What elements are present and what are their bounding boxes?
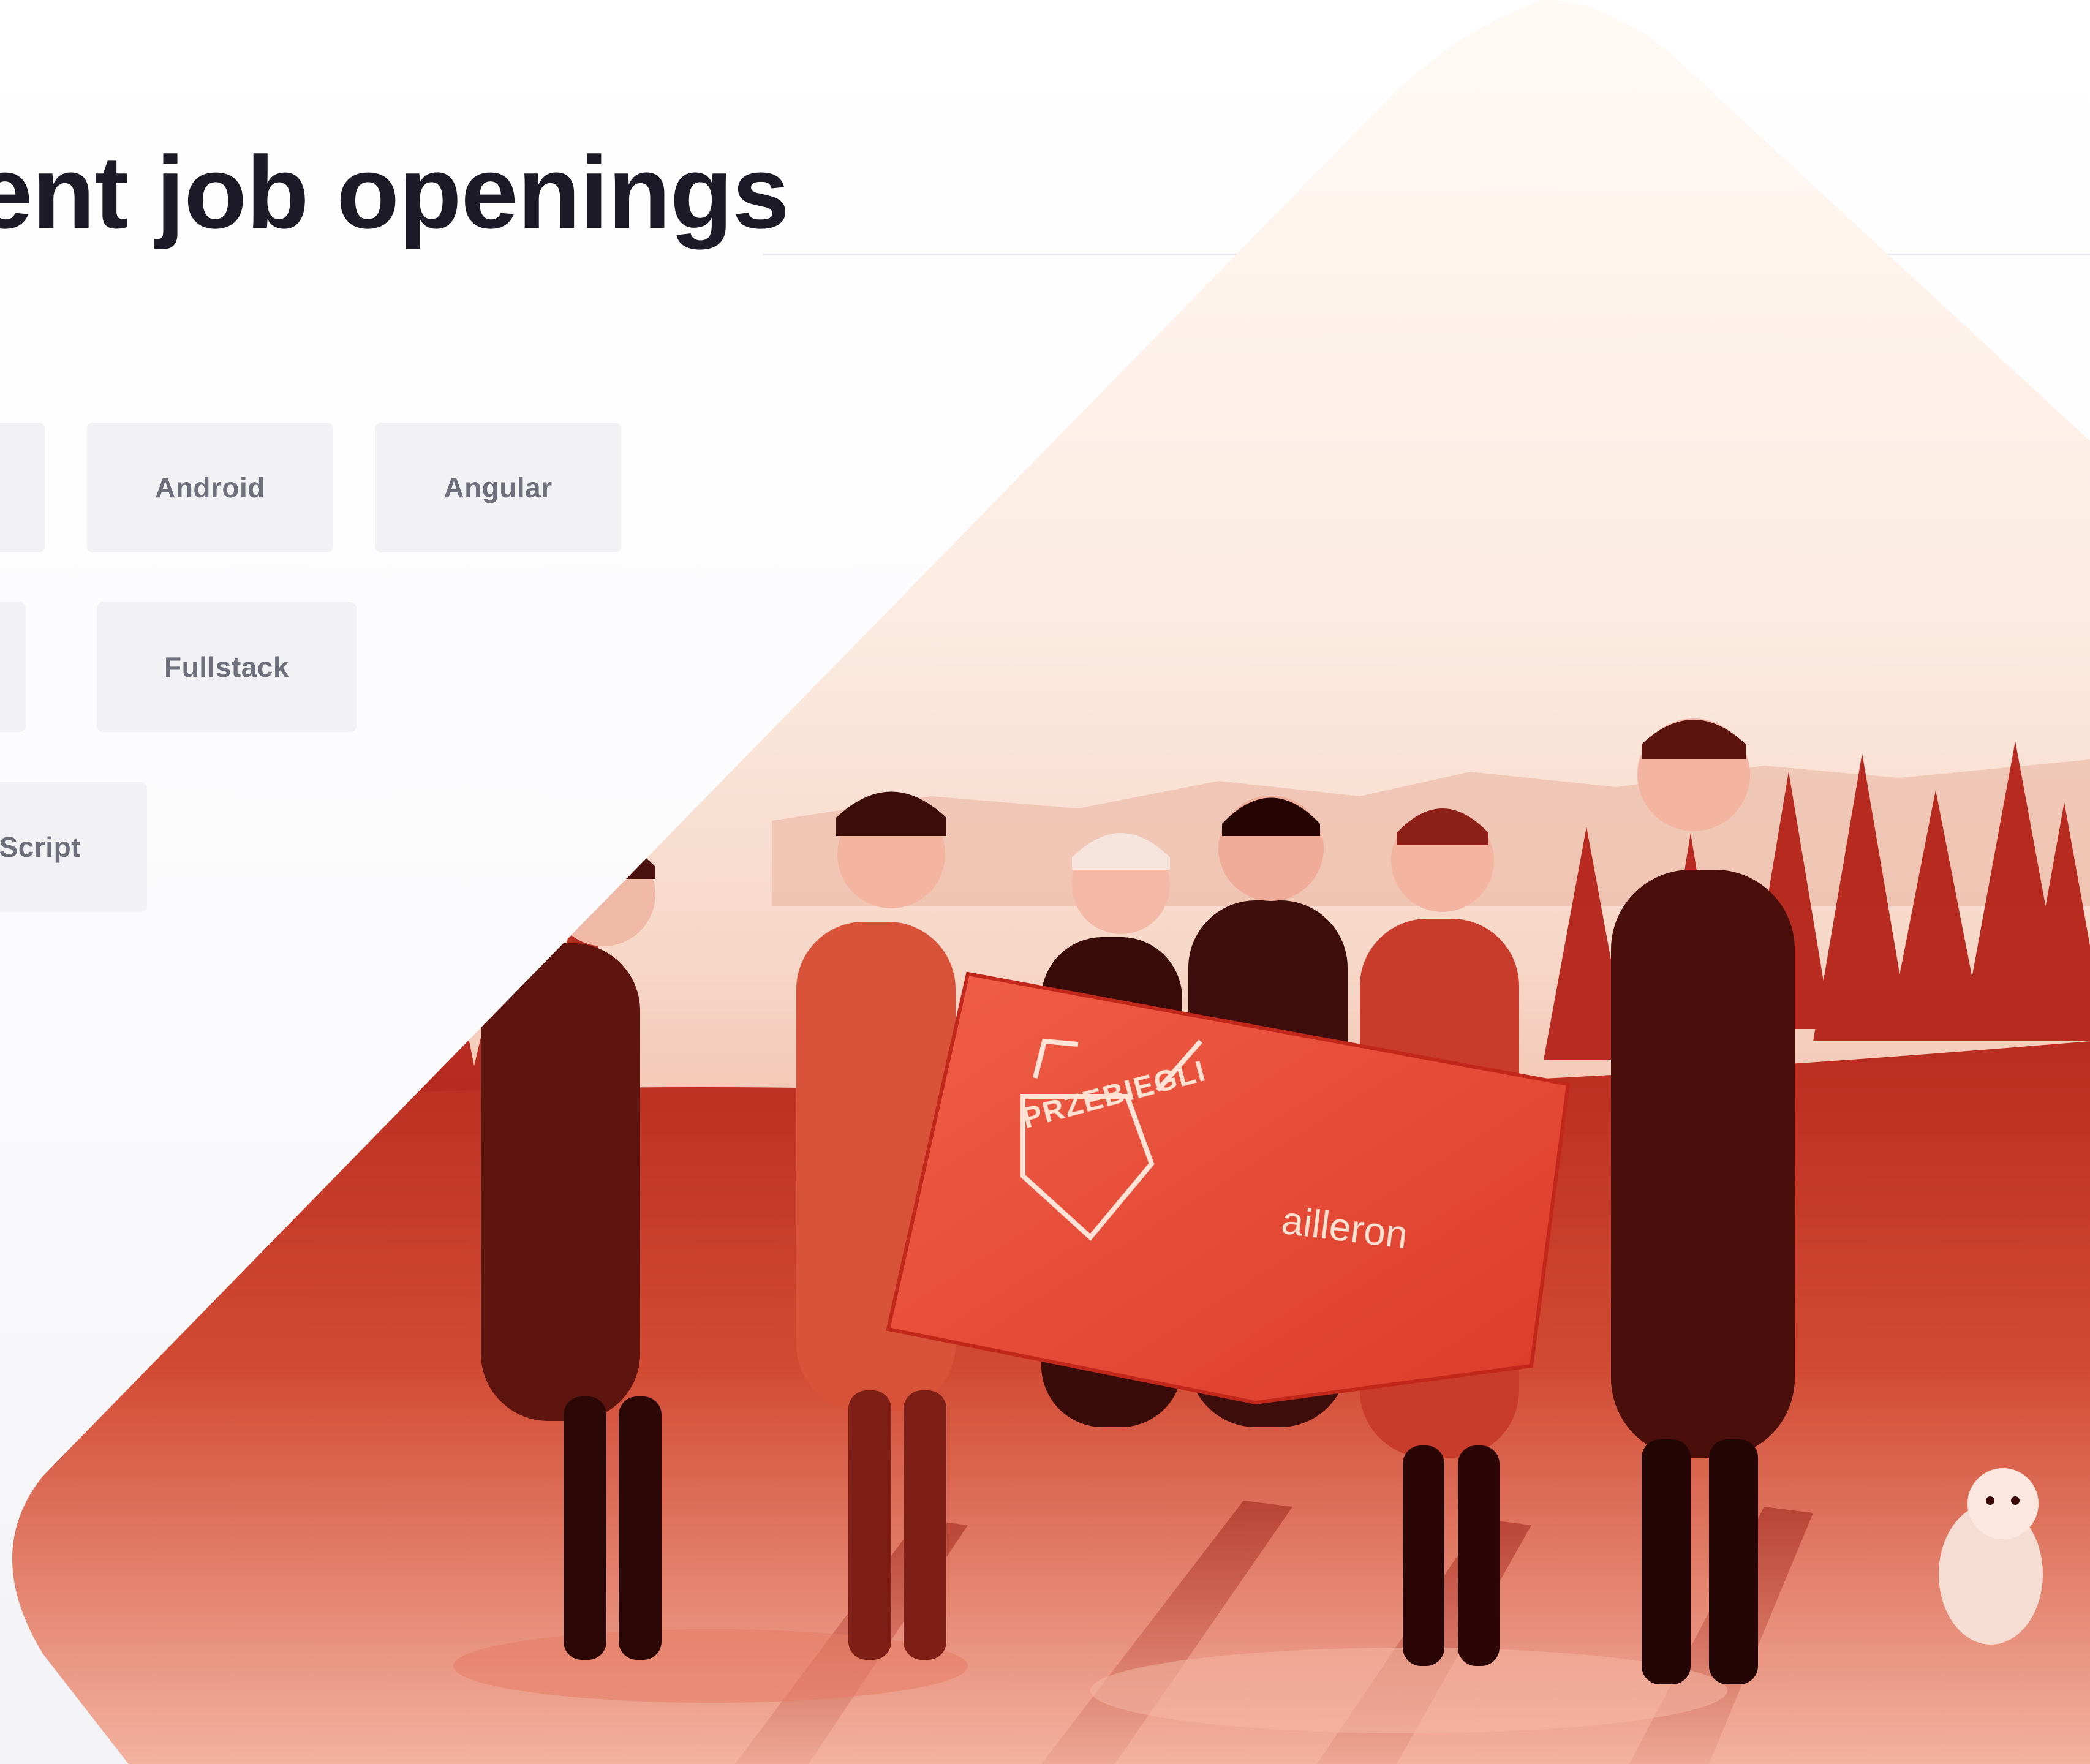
job-tag-partial-row2[interactable] [0, 602, 26, 732]
job-tag-android[interactable]: Android [87, 423, 333, 552]
hero-photo-illustration [12, 0, 2090, 1764]
job-tag-script[interactable]: Script [0, 782, 147, 912]
hero-team-photo [0, 0, 2090, 1764]
job-tag-angular[interactable]: Angular [375, 423, 621, 552]
job-tag-partial-row1[interactable] [0, 423, 45, 552]
job-tag-fullstack[interactable]: Fullstack [97, 602, 357, 732]
page-title: ent job openings [0, 135, 790, 250]
